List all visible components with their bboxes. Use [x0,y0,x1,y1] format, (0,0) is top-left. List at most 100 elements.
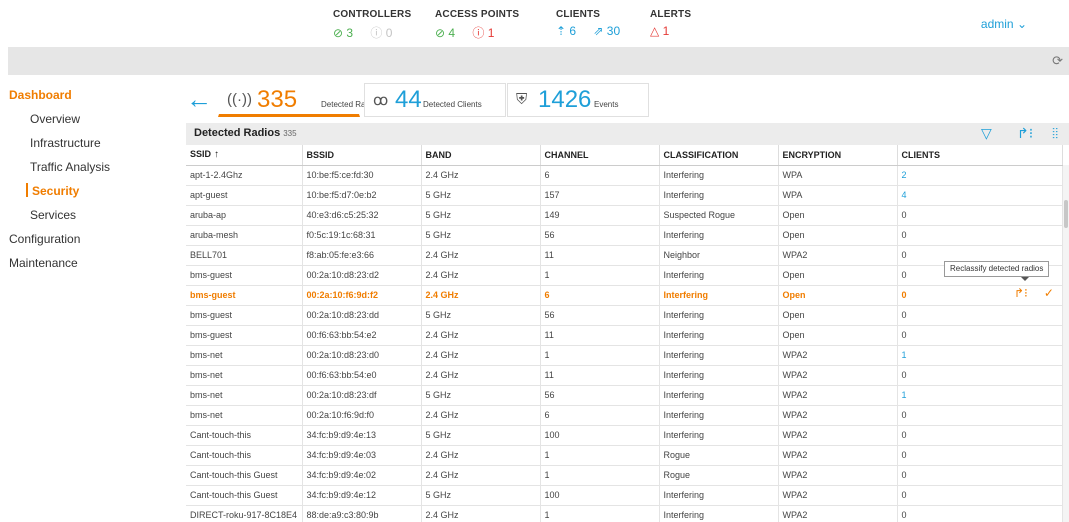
table-row[interactable]: apt-1-2.4Ghz 10:be:f5:ce:fd:30 2.4 GHz 6 Int… [186,165,1063,186]
cell-ssid: bms-guest [186,265,303,286]
nav-dashboard[interactable]: Dashboard [0,83,175,107]
cell-band: 2.4 GHz [421,245,541,266]
cell-clients[interactable]: 4 [897,185,1063,206]
wireless-clients-count: ⇡ 6 [556,24,577,38]
cell-ssid: Cant-touch-this [186,445,303,466]
cell-encryption: WPA2 [778,465,898,486]
cell-bssid: 10:be:f5:d7:0e:b2 [302,185,422,206]
cell-bssid: 34:fc:b9:d9:4e:13 [302,425,422,446]
columns-icon[interactable]: ⦙⦙ [1052,125,1058,142]
cell-classification: Interfering [659,325,779,346]
refresh-icon[interactable]: ⟳ [1052,53,1063,69]
tab-events[interactable]: ⛨ 1426 Events [507,83,649,117]
tab-detected-clients[interactable]: ꝏ 44 Detected Clients [364,83,506,117]
table-row[interactable]: aruba-ap 40:e3:d6:c5:25:32 5 GHz 149 Suspect… [186,205,1063,226]
table-row[interactable]: bms-net 00:f6:63:bb:54:e0 2.4 GHz 11 Interfe… [186,365,1063,386]
cell-bssid: 00:2a:10:d8:23:dd [302,305,422,326]
cell-bssid: 34:fc:b9:d9:4e:03 [302,445,422,466]
panel-header: Detected Radios 335 ▽ ↱⁝ ⦙⦙ [186,123,1069,145]
nav-security[interactable]: Security [0,179,175,203]
col-header-clients[interactable]: CLIENTS [897,145,1063,166]
user-menu[interactable]: admin ⌄ [981,17,1027,31]
cell-clients: 0 [897,305,1063,326]
cell-bssid: 00:2a:10:d8:23:d0 [302,345,422,366]
arrow-left-icon[interactable]: ← [186,86,212,112]
table-row[interactable]: bms-net 00:2a:10:f6:9d:f0 2.4 GHz 6 Interfer… [186,405,1063,426]
cell-band: 5 GHz [421,185,541,206]
cell-ssid: bms-guest [186,325,303,346]
events-label: Events [594,100,619,109]
nav-infrastructure[interactable]: Infrastructure [0,131,175,155]
table-row[interactable]: Cant-touch-this Guest 34:fc:b9:d9:4e:02 2.… [186,465,1063,486]
table-row[interactable]: bms-guest 00:f6:63:bb:54:e2 2.4 GHz 11 Inter… [186,325,1063,346]
controllers-down-count: ⓘ 0 [370,26,393,40]
col-header-channel[interactable]: CHANNEL [540,145,660,166]
stat-title: ACCESS POINTS [435,9,520,20]
reclassify-icon[interactable]: ↱⁝ [1014,286,1028,300]
stat-controllers[interactable]: CONTROLLERS ⊘ 3 ⓘ 0 [333,9,411,41]
nav-maintenance[interactable]: Maintenance [0,251,175,275]
tab-detected-radios[interactable]: ((·)) 335 Detected Radios [218,83,380,117]
cell-ssid: aruba-mesh [186,225,303,246]
stat-alerts[interactable]: ALERTS △ 1 [650,9,691,38]
nav-traffic-analysis[interactable]: Traffic Analysis [0,155,175,179]
cell-clients: 0 [897,465,1063,486]
cell-channel: 6 [540,165,660,186]
col-header-classification[interactable]: CLASSIFICATION [659,145,779,166]
table-row[interactable]: bms-guest 00:2a:10:d8:23:d2 2.4 GHz 1 Interf… [186,265,1063,286]
clients-label: Detected Clients [423,100,482,109]
stat-clients[interactable]: CLIENTS ⇡ 6 ⇗ 30 [556,9,634,38]
cell-encryption: WPA [778,185,898,206]
cell-encryption: Open [778,325,898,346]
col-header-encryption[interactable]: ENCRYPTION [778,145,898,166]
radios-count: 335 [257,86,298,113]
table-row[interactable]: bms-guest 00:2a:10:d8:23:dd 5 GHz 56 Interfe… [186,305,1063,326]
stat-access-points[interactable]: ACCESS POINTS ⊘ 4 ⓘ 1 [435,9,519,41]
col-header-ssid[interactable]: SSID ↑ [186,145,303,166]
cell-classification: Interfering [659,485,779,506]
scrollbar-thumb[interactable] [1064,200,1068,228]
cell-classification: Rogue [659,445,779,466]
table-row[interactable]: apt-guest 10:be:f5:d7:0e:b2 5 GHz 157 Interf… [186,185,1063,206]
cell-clients[interactable]: 2 [897,165,1063,186]
top-stats-bar: CONTROLLERS ⊘ 3 ⓘ 0 ACCESS POINTS ⊘ 4 ⓘ … [0,0,1069,46]
cell-classification: Neighbor [659,245,779,266]
cell-channel: 157 [540,185,660,206]
table-row[interactable]: bms-net 00:2a:10:d8:23:df 5 GHz 56 Interferi… [186,385,1063,406]
cell-band: 5 GHz [421,485,541,506]
cell-clients[interactable]: 1 [897,345,1063,366]
shield-icon: ⛨ [516,91,528,108]
table-row[interactable]: aruba-mesh f0:5c:19:1c:68:31 5 GHz 56 Interf… [186,225,1063,246]
cell-channel: 56 [540,225,660,246]
cell-bssid: 10:be:f5:ce:fd:30 [302,165,422,186]
cell-band: 5 GHz [421,305,541,326]
nav-configuration[interactable]: Configuration [0,227,175,251]
row-actions: ↱⁝ ✓ [1014,286,1069,300]
table-row[interactable]: Cant-touch-this 34:fc:b9:d9:4e:03 2.4 GHz 1… [186,445,1063,466]
col-header-band[interactable]: BAND [421,145,541,166]
table-row[interactable]: bms-net 00:2a:10:d8:23:d0 2.4 GHz 1 Interfer… [186,345,1063,366]
cell-encryption: WPA2 [778,345,898,366]
cell-channel: 6 [540,405,660,426]
cell-clients[interactable]: 1 [897,385,1063,406]
cell-ssid: bms-net [186,345,303,366]
sort-asc-icon: ↑ [214,149,220,161]
reclassify-icon[interactable]: ↱⁝ [1017,125,1033,142]
cell-classification: Interfering [659,285,779,306]
table-row[interactable]: DIRECT-roku-917-8C18E4 88:de:a9:c3:80:9b 2… [186,505,1063,522]
check-icon[interactable]: ✓ [1044,286,1054,300]
table-row[interactable]: Cant-touch-this Guest 34:fc:b9:d9:4e:12 5 … [186,485,1063,506]
cell-band: 2.4 GHz [421,165,541,186]
table-row[interactable]: bms-guest 00:2a:10:f6:9d:f2 2.4 GHz 6 Interf… [186,285,1063,306]
col-header-bssid[interactable]: BSSID [302,145,422,166]
filter-icon[interactable]: ▽ [981,125,992,142]
nav-overview[interactable]: Overview [0,107,175,131]
table-row[interactable]: BELL701 f8:ab:05:fe:e3:66 2.4 GHz 11 Neighbo… [186,245,1063,266]
cell-band: 2.4 GHz [421,405,541,426]
nav-services[interactable]: Services [0,203,175,227]
cell-band: 2.4 GHz [421,505,541,522]
cell-ssid: Cant-touch-this Guest [186,485,303,506]
table-row[interactable]: Cant-touch-this 34:fc:b9:d9:4e:13 5 GHz 100… [186,425,1063,446]
cell-encryption: WPA2 [778,385,898,406]
cell-bssid: 00:2a:10:d8:23:df [302,385,422,406]
